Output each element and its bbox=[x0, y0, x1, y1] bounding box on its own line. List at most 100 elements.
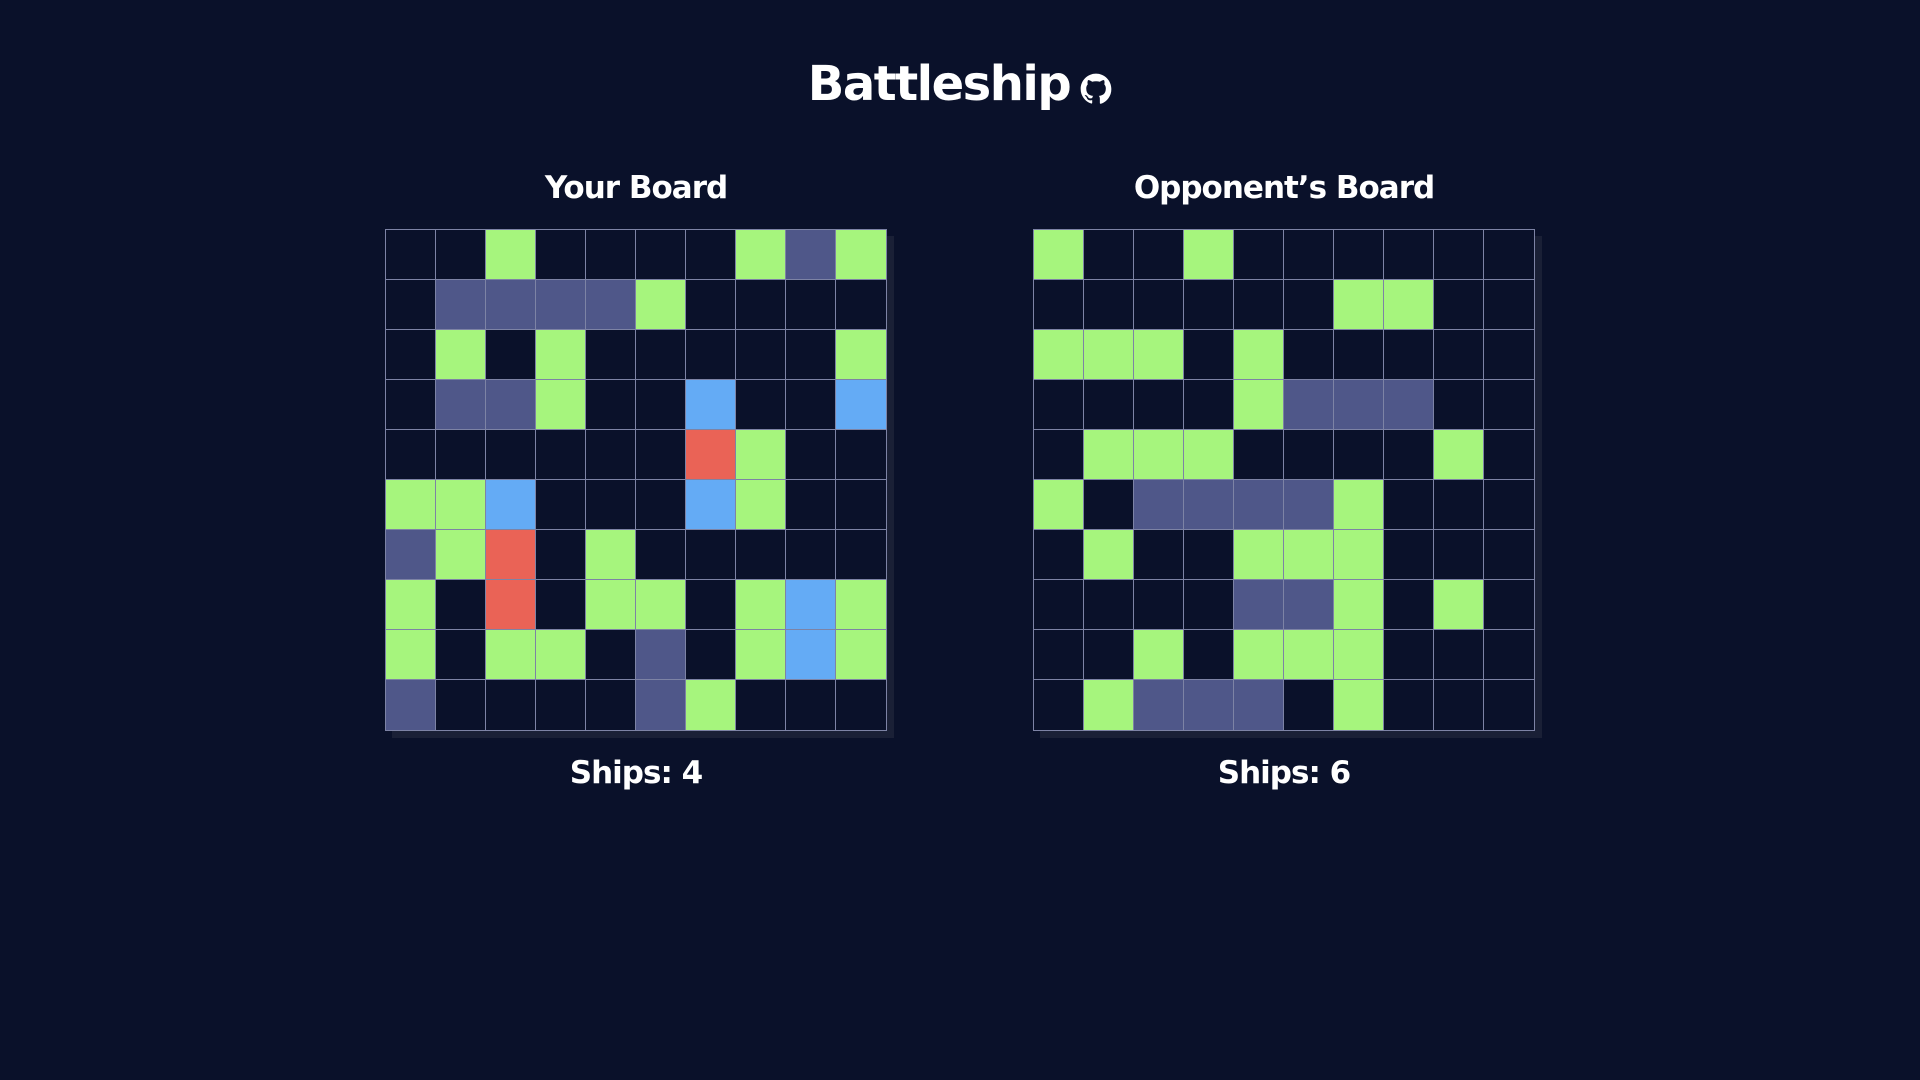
opponent-cell-ship[interactable] bbox=[1334, 380, 1384, 430]
opponent-cell-empty[interactable] bbox=[1134, 530, 1184, 580]
opponent-cell-empty[interactable] bbox=[1484, 230, 1534, 280]
opponent-cell-empty[interactable] bbox=[1134, 380, 1184, 430]
opponent-cell-empty[interactable] bbox=[1434, 230, 1484, 280]
opponent-cell-empty[interactable] bbox=[1034, 580, 1084, 630]
opponent-cell-empty[interactable] bbox=[1184, 580, 1234, 630]
opponent-cell-empty[interactable] bbox=[1034, 430, 1084, 480]
opponent-cell-empty[interactable] bbox=[1484, 480, 1534, 530]
opponent-cell-empty[interactable] bbox=[1484, 430, 1534, 480]
opponent-cell-empty[interactable] bbox=[1084, 380, 1134, 430]
opponent-cell-miss[interactable] bbox=[1334, 480, 1384, 530]
opponent-cell-empty[interactable] bbox=[1134, 280, 1184, 330]
opponent-cell-miss[interactable] bbox=[1334, 280, 1384, 330]
opponent-cell-miss[interactable] bbox=[1234, 630, 1284, 680]
opponent-cell-ship[interactable] bbox=[1384, 380, 1434, 430]
opponent-cell-empty[interactable] bbox=[1184, 380, 1234, 430]
opponent-cell-empty[interactable] bbox=[1034, 530, 1084, 580]
opponent-cell-empty[interactable] bbox=[1334, 330, 1384, 380]
opponent-cell-empty[interactable] bbox=[1134, 580, 1184, 630]
opponent-cell-miss[interactable] bbox=[1084, 330, 1134, 380]
opponent-cell-ship[interactable] bbox=[1234, 580, 1284, 630]
opponent-cell-miss[interactable] bbox=[1084, 530, 1134, 580]
opponent-cell-empty[interactable] bbox=[1434, 680, 1484, 730]
opponent-cell-empty[interactable] bbox=[1484, 580, 1534, 630]
opponent-cell-empty[interactable] bbox=[1284, 680, 1334, 730]
opponent-cell-empty[interactable] bbox=[1184, 330, 1234, 380]
opponent-cell-miss[interactable] bbox=[1334, 580, 1384, 630]
opponent-cell-miss[interactable] bbox=[1134, 330, 1184, 380]
opponent-cell-ship[interactable] bbox=[1284, 380, 1334, 430]
opponent-cell-miss[interactable] bbox=[1284, 530, 1334, 580]
opponent-cell-empty[interactable] bbox=[1084, 230, 1134, 280]
opponent-cell-miss[interactable] bbox=[1334, 630, 1384, 680]
opponent-cell-empty[interactable] bbox=[1034, 680, 1084, 730]
opponent-cell-empty[interactable] bbox=[1434, 630, 1484, 680]
opponent-cell-miss[interactable] bbox=[1034, 330, 1084, 380]
opponent-cell-ship[interactable] bbox=[1284, 480, 1334, 530]
opponent-cell-empty[interactable] bbox=[1484, 330, 1534, 380]
opponent-cell-empty[interactable] bbox=[1384, 230, 1434, 280]
opponent-cell-miss[interactable] bbox=[1184, 430, 1234, 480]
opponent-cell-miss[interactable] bbox=[1084, 430, 1134, 480]
opponent-cell-empty[interactable] bbox=[1384, 680, 1434, 730]
opponent-cell-empty[interactable] bbox=[1384, 530, 1434, 580]
opponent-cell-miss[interactable] bbox=[1134, 430, 1184, 480]
opponent-cell-empty[interactable] bbox=[1184, 630, 1234, 680]
opponent-cell-miss[interactable] bbox=[1084, 680, 1134, 730]
opponent-cell-empty[interactable] bbox=[1384, 430, 1434, 480]
opponent-cell-empty[interactable] bbox=[1484, 630, 1534, 680]
opponent-cell-ship[interactable] bbox=[1134, 680, 1184, 730]
opponent-cell-ship[interactable] bbox=[1134, 480, 1184, 530]
opponent-cell-empty[interactable] bbox=[1184, 530, 1234, 580]
opponent-cell-miss[interactable] bbox=[1434, 580, 1484, 630]
opponent-cell-miss[interactable] bbox=[1334, 680, 1384, 730]
opponent-cell-empty[interactable] bbox=[1034, 630, 1084, 680]
opponent-cell-empty[interactable] bbox=[1184, 280, 1234, 330]
opponent-cell-empty[interactable] bbox=[1484, 530, 1534, 580]
opponent-cell-empty[interactable] bbox=[1234, 280, 1284, 330]
opponent-cell-empty[interactable] bbox=[1084, 280, 1134, 330]
opponent-cell-empty[interactable] bbox=[1434, 280, 1484, 330]
opponent-cell-miss[interactable] bbox=[1134, 630, 1184, 680]
opponent-cell-empty[interactable] bbox=[1084, 580, 1134, 630]
opponent-cell-empty[interactable] bbox=[1384, 330, 1434, 380]
opponent-cell-empty[interactable] bbox=[1134, 230, 1184, 280]
opponent-cell-miss[interactable] bbox=[1184, 230, 1234, 280]
opponent-cell-ship[interactable] bbox=[1184, 480, 1234, 530]
opponent-cell-miss[interactable] bbox=[1384, 280, 1434, 330]
opponent-cell-empty[interactable] bbox=[1334, 430, 1384, 480]
opponent-cell-ship[interactable] bbox=[1284, 580, 1334, 630]
opponent-cell-miss[interactable] bbox=[1434, 430, 1484, 480]
opponent-cell-miss[interactable] bbox=[1234, 380, 1284, 430]
opponent-cell-empty[interactable] bbox=[1384, 630, 1434, 680]
opponent-cell-ship[interactable] bbox=[1184, 680, 1234, 730]
opponent-cell-ship[interactable] bbox=[1234, 680, 1284, 730]
opponent-cell-miss[interactable] bbox=[1034, 230, 1084, 280]
github-icon[interactable] bbox=[1080, 73, 1112, 105]
opponent-cell-empty[interactable] bbox=[1084, 480, 1134, 530]
opponent-cell-miss[interactable] bbox=[1234, 330, 1284, 380]
opponent-cell-empty[interactable] bbox=[1384, 580, 1434, 630]
opponent-cell-empty[interactable] bbox=[1284, 430, 1334, 480]
opponent-cell-miss[interactable] bbox=[1034, 480, 1084, 530]
opponent-cell-empty[interactable] bbox=[1434, 480, 1484, 530]
opponent-cell-empty[interactable] bbox=[1334, 230, 1384, 280]
opponent-cell-miss[interactable] bbox=[1284, 630, 1334, 680]
opponent-cell-empty[interactable] bbox=[1434, 330, 1484, 380]
opponent-cell-empty[interactable] bbox=[1284, 230, 1334, 280]
opponent-cell-empty[interactable] bbox=[1284, 280, 1334, 330]
opponent-cell-empty[interactable] bbox=[1284, 330, 1334, 380]
opponent-cell-empty[interactable] bbox=[1484, 380, 1534, 430]
opponent-cell-empty[interactable] bbox=[1234, 230, 1284, 280]
opponent-cell-empty[interactable] bbox=[1434, 380, 1484, 430]
opponent-cell-empty[interactable] bbox=[1384, 480, 1434, 530]
opponent-cell-empty[interactable] bbox=[1484, 680, 1534, 730]
opponent-cell-empty[interactable] bbox=[1034, 380, 1084, 430]
opponent-cell-empty[interactable] bbox=[1234, 430, 1284, 480]
opponent-cell-empty[interactable] bbox=[1034, 280, 1084, 330]
opponent-cell-miss[interactable] bbox=[1334, 530, 1384, 580]
opponent-cell-ship[interactable] bbox=[1234, 480, 1284, 530]
opponent-cell-miss[interactable] bbox=[1234, 530, 1284, 580]
opponent-cell-empty[interactable] bbox=[1434, 530, 1484, 580]
opponent-cell-empty[interactable] bbox=[1084, 630, 1134, 680]
